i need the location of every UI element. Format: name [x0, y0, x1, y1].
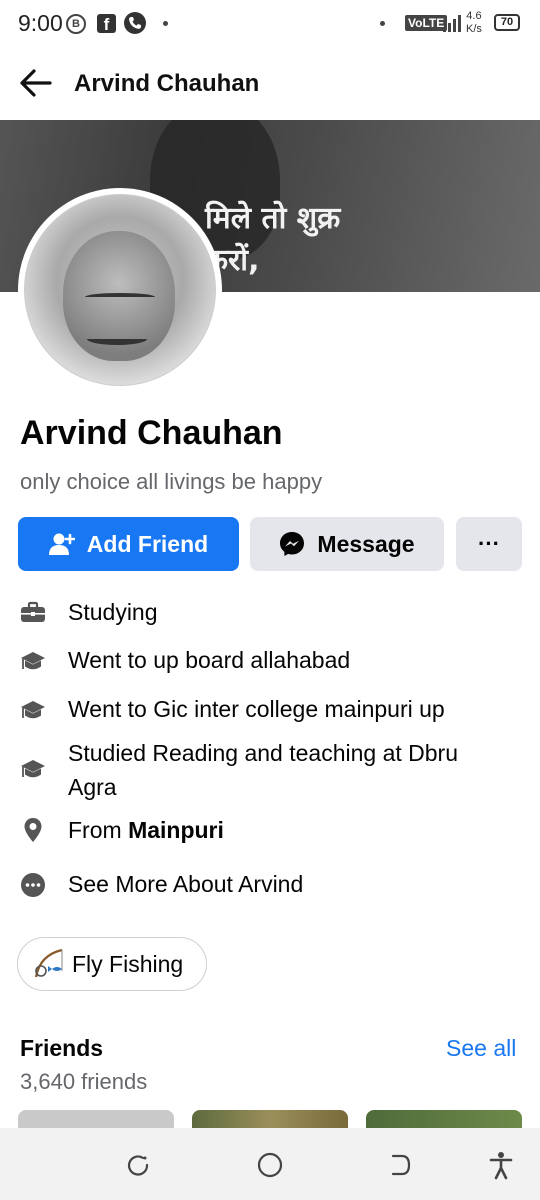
system-navigation-bar [0, 1128, 540, 1200]
network-speed-value: 4.6 [466, 10, 482, 22]
detail-item-education: Went to up board allahabad [0, 643, 540, 679]
status-bar: 9:00 B f VoLTE 4.6 K/s 70 [0, 0, 540, 48]
detail-text: From Mainpuri [68, 813, 224, 847]
message-button[interactable]: Message [250, 517, 444, 571]
network-speed: 4.6 K/s [466, 10, 482, 36]
detail-text: Studied Reading and teaching at Dbru Agr… [68, 740, 459, 800]
hobby-chip[interactable]: Fly Fishing [17, 937, 207, 991]
friend-thumbnail[interactable] [366, 1110, 522, 1130]
page-title: Arvind Chauhan [74, 70, 260, 97]
hobby-label: Fly Fishing [72, 950, 184, 977]
add-friend-label: Add Friend [86, 530, 209, 557]
recent-apps-icon[interactable] [123, 1150, 153, 1180]
detail-item-work: Studying [0, 595, 540, 631]
top-navigation: Arvind Chauhan [0, 58, 540, 108]
network-speed-unit: K/s [466, 23, 482, 35]
briefcase-icon [21, 601, 45, 622]
signal-icon [443, 15, 461, 32]
message-label: Message [317, 530, 415, 557]
b-notification-icon: B [66, 14, 86, 34]
avatar-mouth [87, 333, 147, 345]
detail-text: Went to Gic inter college mainpuri up [68, 696, 445, 722]
back-nav-icon[interactable] [385, 1150, 415, 1180]
battery-level: 70 [500, 16, 514, 28]
add-friend-icon [48, 532, 75, 556]
detail-text: See More About Arvind [68, 871, 304, 897]
more-dots-icon [21, 873, 45, 897]
detail-text: Studying [68, 599, 158, 625]
see-all-friends-link[interactable]: See all [446, 1035, 516, 1062]
messenger-icon [279, 531, 305, 557]
detail-location: Mainpuri [128, 817, 224, 843]
accessibility-icon[interactable] [486, 1150, 516, 1180]
friends-count: 3,640 friends [20, 1069, 148, 1094]
more-options-button[interactable]: ··· [456, 517, 522, 571]
location-pin-icon [24, 818, 42, 842]
detail-text: Went to up board allahabad [68, 647, 351, 673]
facebook-notification-icon: f [97, 14, 116, 34]
avatar-photo [24, 194, 216, 386]
see-more-about-link[interactable]: See More About Arvind [0, 867, 540, 903]
notification-dot-icon [163, 21, 168, 26]
friend-thumbnail[interactable] [192, 1110, 348, 1130]
friends-title: Friends [20, 1035, 104, 1061]
friend-thumbnail[interactable] [18, 1110, 174, 1130]
battery-icon: 70 [494, 14, 520, 31]
fishing-icon [34, 948, 63, 978]
more-options-icon: ··· [478, 531, 500, 556]
graduation-cap-icon [21, 760, 45, 778]
detail-item-education: Went to Gic inter college mainpuri up [0, 692, 540, 728]
graduation-cap-icon [21, 701, 45, 719]
phone-notification-icon [124, 12, 146, 34]
graduation-cap-icon [21, 652, 45, 670]
add-friend-button[interactable]: Add Friend [18, 517, 239, 571]
notification-dot-icon [380, 21, 385, 26]
avatar-eyes [85, 293, 155, 301]
volte-icon: VoLTE [405, 15, 448, 31]
profile-name: Arvind Chauhan [20, 414, 283, 452]
detail-prefix: From [68, 817, 129, 843]
status-time: 9:00 [18, 10, 63, 36]
back-arrow-icon[interactable] [18, 66, 54, 100]
home-icon[interactable] [255, 1150, 285, 1180]
detail-item-location: From Mainpuri [0, 813, 540, 849]
detail-item-education: Studied Reading and teaching at Dbru Agr… [0, 736, 540, 804]
profile-bio: only choice all livings be happy [20, 469, 323, 494]
cover-text: मिले तो शुक्र करों, [205, 201, 341, 278]
profile-avatar[interactable] [18, 188, 222, 392]
